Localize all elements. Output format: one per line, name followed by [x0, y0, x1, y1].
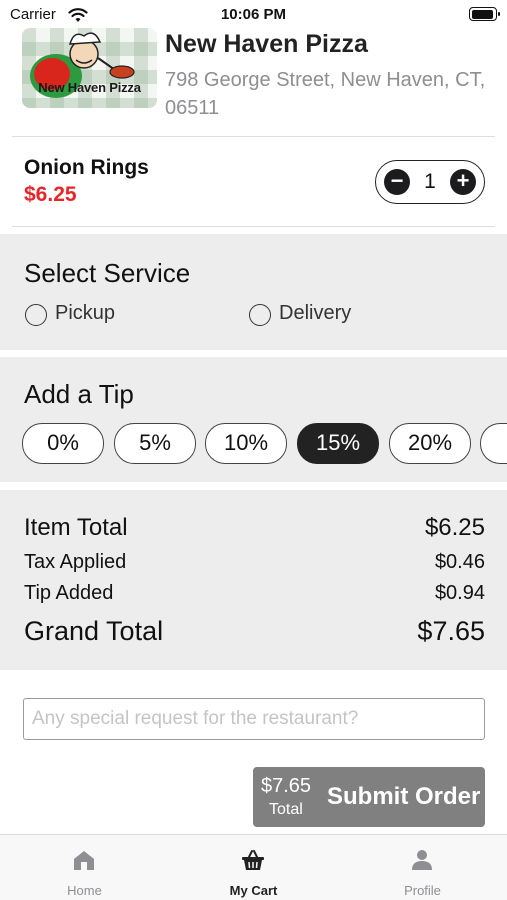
item-price: $6.25 [24, 183, 77, 206]
tip-option-5[interactable]: 5% [114, 423, 196, 464]
status-time: 10:06 PM [220, 6, 287, 23]
tip-title: Add a Tip [24, 379, 134, 409]
tax-value: $0.46 [434, 551, 485, 573]
totals-section: Item Total $6.25 Tax Applied $0.46 Tip A… [0, 490, 507, 670]
tip-option-10[interactable]: 10% [205, 423, 287, 464]
person-icon [412, 850, 432, 870]
battery-icon [469, 7, 500, 21]
decrement-button[interactable]: − [384, 169, 410, 195]
item-name: Onion Rings [24, 156, 149, 179]
grand-total-label: Grand Total [24, 616, 164, 646]
tab-label: Home [67, 883, 102, 898]
submit-total-label: Total [269, 801, 303, 818]
service-section: Select Service Pickup Delivery [0, 234, 507, 350]
tip-option-15[interactable]: 15% [297, 423, 379, 464]
chef-mascot-icon [30, 32, 135, 98]
increment-button[interactable]: + [450, 169, 476, 195]
tip-added-label: Tip Added [24, 582, 114, 604]
restaurant-address: 798 George Street, New Haven, CT, 06511 [165, 69, 486, 119]
tab-bar: Home My Cart Profile [0, 834, 507, 900]
divider [12, 226, 495, 227]
radio-circle-icon [249, 304, 271, 326]
radio-label: Pickup [55, 302, 116, 324]
special-request-input[interactable] [23, 698, 485, 740]
grand-total-value: $7.65 [417, 616, 485, 646]
submit-order-button[interactable]: $7.65 Total Submit Order [253, 767, 485, 827]
radio-label: Delivery [279, 302, 352, 324]
tab-label: My Cart [229, 883, 278, 898]
item-total-label: Item Total [24, 514, 128, 541]
restaurant-name: New Haven Pizza [165, 30, 368, 58]
tab-label: Profile [404, 883, 441, 898]
logo-text: New Haven Pizza [38, 80, 141, 95]
basket-icon [242, 850, 264, 870]
tab-profile[interactable]: Profile [338, 835, 507, 900]
service-title: Select Service [24, 258, 191, 288]
quantity-value: 1 [424, 170, 436, 193]
submit-label: Submit Order [327, 783, 481, 810]
quantity-stepper: − 1 + [375, 160, 485, 204]
tip-added-value: $0.94 [434, 582, 485, 604]
tip-option-0[interactable]: 0% [22, 423, 104, 464]
tax-label: Tax Applied [24, 551, 127, 573]
item-total-value: $6.25 [424, 514, 485, 541]
tip-option-20[interactable]: 20% [389, 423, 471, 464]
status-bar: Carrier 10:06 PM [0, 0, 507, 30]
submit-amount: $7.65 [261, 775, 312, 797]
home-icon [74, 851, 94, 870]
tab-home[interactable]: Home [0, 835, 169, 900]
tab-my-cart[interactable]: My Cart [169, 835, 338, 900]
radio-circle-icon [25, 304, 47, 326]
divider [12, 136, 495, 137]
restaurant-logo: New Haven Pizza [22, 28, 157, 108]
